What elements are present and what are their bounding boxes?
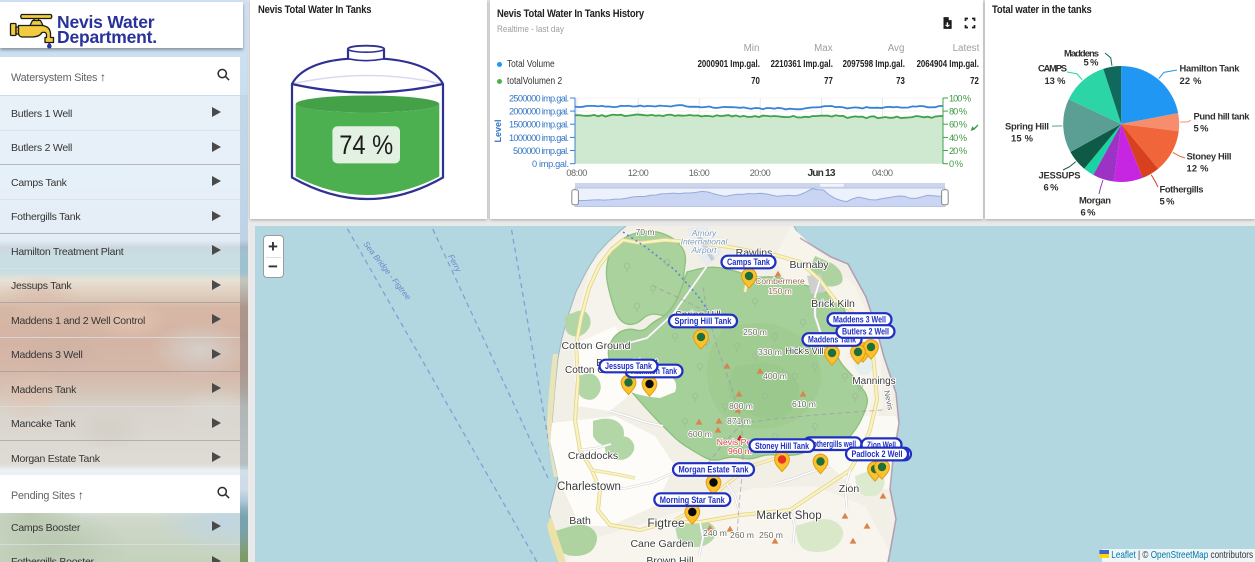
svg-text:Mannings: Mannings: [852, 376, 895, 387]
svg-text:08:00: 08:00: [566, 168, 587, 178]
svg-text:Market Shop: Market Shop: [756, 510, 821, 522]
svg-text:JESSUPS: JESSUPS: [1039, 170, 1081, 181]
svg-text:610 m: 610 m: [792, 399, 816, 409]
svg-text:22 %: 22 %: [1180, 75, 1203, 86]
svg-text:1000000 imp.gal.: 1000000 imp.gal.: [509, 133, 569, 143]
svg-text:Pund hill tank: Pund hill tank: [1194, 111, 1251, 122]
svg-text:Level: Level: [493, 119, 503, 142]
svg-text:871 m: 871 m: [727, 416, 751, 426]
svg-text:Butlers 2 Well: Butlers 2 Well: [842, 327, 889, 337]
svg-text:Cotton Ground: Cotton Ground: [562, 340, 631, 352]
svg-text:800 m: 800 m: [729, 401, 753, 411]
svg-text:20:00: 20:00: [750, 168, 771, 178]
svg-text:6 %: 6 %: [1044, 182, 1060, 193]
svg-text:Bath: Bath: [569, 515, 591, 527]
svg-text:Padlock 2 Well: Padlock 2 Well: [852, 449, 903, 459]
svg-text:6 %: 6 %: [1081, 207, 1097, 218]
svg-text:60 %: 60 %: [949, 120, 967, 130]
svg-text:Camps Tank: Camps Tank: [727, 257, 770, 267]
svg-text:Stoney Hill Tank: Stoney Hill Tank: [755, 441, 809, 451]
svg-text:Morgan: Morgan: [1079, 195, 1111, 206]
svg-text:Spring Hill Tank: Spring Hill Tank: [675, 316, 732, 326]
svg-text:100 %: 100 %: [949, 94, 971, 104]
svg-text:Combermere: Combermere: [755, 276, 805, 286]
svg-text:Charlestown: Charlestown: [557, 481, 621, 493]
svg-text:5 %: 5 %: [1194, 123, 1210, 134]
svg-text:Sea Bridge - Figtree: Sea Bridge - Figtree: [361, 240, 413, 302]
svg-text:0 %: 0 %: [949, 159, 963, 169]
svg-text:500000 imp.gal.: 500000 imp.gal.: [513, 146, 569, 156]
svg-text:Burnaby: Burnaby: [789, 259, 829, 271]
svg-text:Zion: Zion: [839, 483, 860, 495]
svg-text:Jessups Tank: Jessups Tank: [605, 361, 652, 371]
svg-text:Morning Star Tank: Morning Star Tank: [660, 495, 725, 505]
svg-text:Maddens 3 Well: Maddens 3 Well: [833, 315, 886, 325]
svg-text:0 imp.gal.: 0 imp.gal.: [532, 159, 569, 169]
svg-text:12 %: 12 %: [1187, 163, 1210, 174]
svg-text:5 %: 5 %: [1084, 57, 1100, 68]
svg-text:70 m: 70 m: [635, 227, 654, 237]
svg-text:Spring Hill: Spring Hill: [1005, 121, 1049, 132]
svg-text:13 %: 13 %: [1045, 75, 1067, 86]
svg-text:960 m: 960 m: [728, 446, 752, 456]
svg-text:260 m: 260 m: [730, 530, 754, 540]
svg-text:CAMPS: CAMPS: [1038, 63, 1067, 74]
svg-text:Craddocks: Craddocks: [568, 450, 618, 462]
svg-text:240 m: 240 m: [703, 528, 727, 538]
svg-text:40 %: 40 %: [949, 133, 967, 143]
svg-text:04:00: 04:00: [872, 168, 893, 178]
svg-text:Hick's Villa: Hick's Villa: [785, 346, 828, 356]
svg-text:5 %: 5 %: [1160, 196, 1176, 207]
svg-text:250 m: 250 m: [743, 327, 767, 337]
svg-text:Airport: Airport: [690, 245, 717, 255]
svg-text:15 %: 15 %: [1011, 133, 1034, 144]
svg-text:Morgan Estate Tank: Morgan Estate Tank: [679, 465, 749, 475]
svg-text:600 m: 600 m: [688, 429, 712, 439]
svg-text:12:00: 12:00: [628, 168, 649, 178]
svg-text:250 m: 250 m: [759, 530, 783, 540]
svg-text:400 m: 400 m: [763, 371, 787, 381]
svg-text:Brown Hill: Brown Hill: [646, 555, 693, 562]
svg-text:16:00: 16:00: [689, 168, 710, 178]
svg-text:150 m: 150 m: [768, 286, 792, 296]
svg-text:74 %: 74 %: [339, 130, 393, 160]
svg-text:Figtree: Figtree: [647, 516, 685, 530]
svg-text:20 %: 20 %: [949, 146, 967, 156]
svg-text:2000000 imp.gal.: 2000000 imp.gal.: [509, 107, 569, 117]
svg-text:Hamilton Tank: Hamilton Tank: [1180, 63, 1241, 74]
svg-text:Cane Garden: Cane Garden: [630, 538, 693, 550]
svg-text:Fothergills: Fothergills: [1160, 184, 1204, 195]
svg-text:Jun 13: Jun 13: [808, 168, 836, 179]
svg-text:330 m: 330 m: [758, 347, 782, 357]
svg-text:Brick Kiln: Brick Kiln: [811, 298, 855, 310]
svg-text:1500000 imp.gal.: 1500000 imp.gal.: [509, 120, 569, 130]
svg-text:80 %: 80 %: [949, 107, 967, 117]
svg-text:Stoney Hill: Stoney Hill: [1187, 151, 1232, 162]
svg-text:2500000 imp.gal.: 2500000 imp.gal.: [509, 94, 569, 104]
